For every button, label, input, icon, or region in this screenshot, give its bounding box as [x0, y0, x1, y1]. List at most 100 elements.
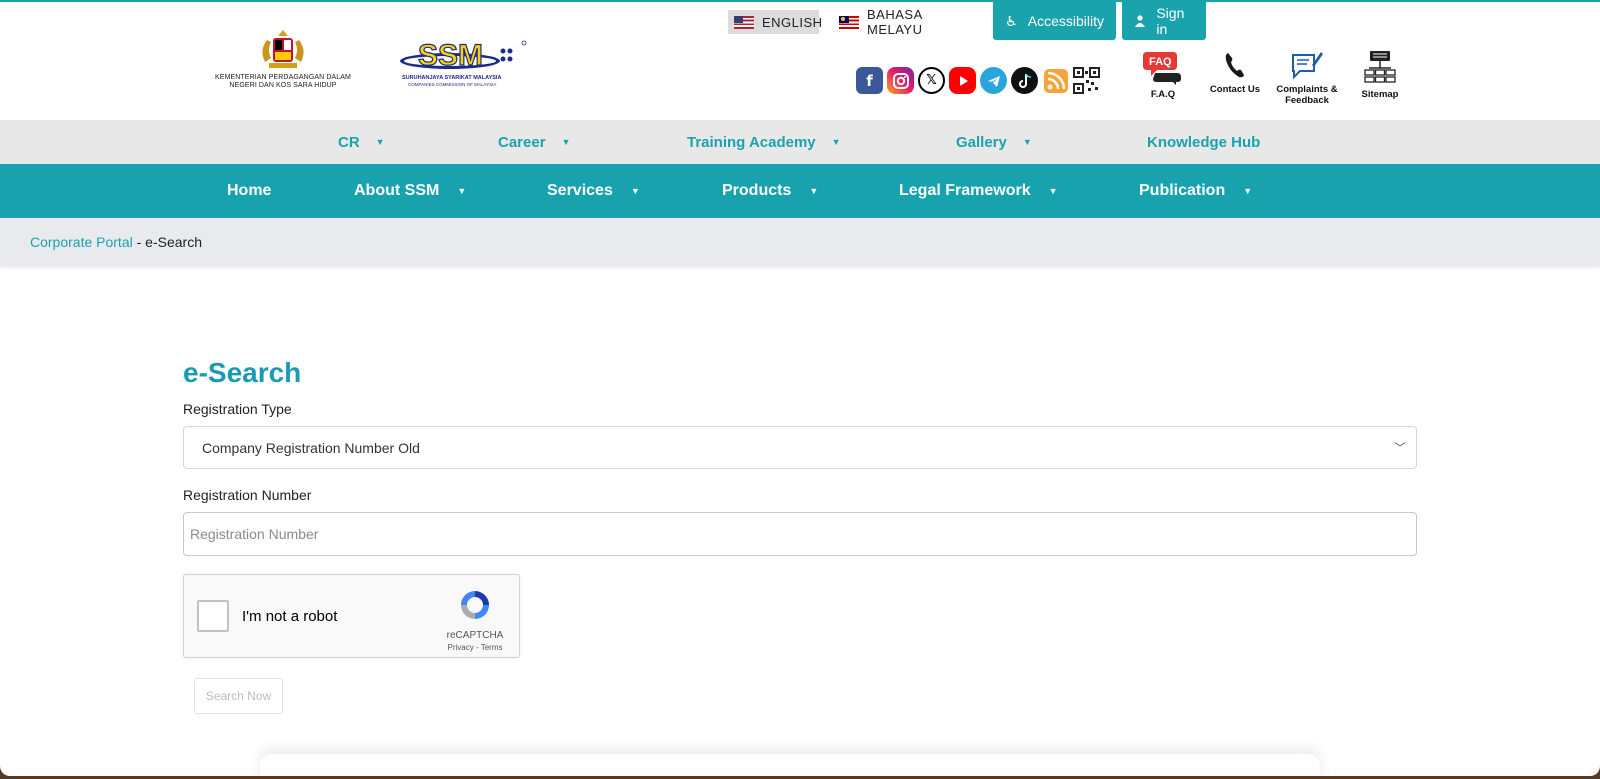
registration-type-label: Registration Type	[183, 401, 292, 417]
browser-page: KEMENTERIAN PERDAGANGAN DALAM NEGERI DAN…	[0, 0, 1600, 776]
breadcrumb-corporate-portal-link[interactable]: Corporate Portal	[30, 234, 133, 250]
secondary-nav: CR ▼ Career ▼ Training Academy ▼ Gallery ▼ K…	[0, 120, 1600, 164]
nav-career[interactable]: Career ▼	[498, 120, 570, 164]
recaptcha-logo: reCAPTCHA Privacy - Terms	[443, 587, 507, 652]
registration-type-select[interactable]: Company Registration Number Old ﹀	[183, 426, 1417, 469]
contact-us-label: Contact Us	[1209, 84, 1261, 95]
nav-cr[interactable]: CR ▼	[338, 120, 385, 164]
social-links: f 𝕏	[856, 67, 1100, 94]
sitemap-label: Sitemap	[1361, 89, 1399, 100]
nav-about-ssm-label: About SSM	[354, 182, 440, 199]
faq-link[interactable]: FAQ F.A.Q	[1130, 49, 1196, 100]
phone-icon	[1202, 49, 1268, 80]
ssm-caption-malay: SURUHANJAYA SYARIKAT MALAYSIA	[402, 75, 502, 81]
recaptcha-links: Privacy - Terms	[447, 643, 503, 652]
wheelchair-icon: ♿	[1005, 12, 1018, 29]
language-english-button[interactable]: ENGLISH	[728, 10, 822, 34]
recaptcha-widget: I'm not a robot reCAPTCHA Privacy - Term…	[183, 574, 520, 658]
registration-type-value: Company Registration Number Old	[202, 439, 420, 456]
nav-publication-label: Publication	[1139, 182, 1226, 199]
caret-down-icon: ▼	[809, 186, 819, 196]
user-icon	[1134, 15, 1146, 27]
caret-down-icon: ▼	[375, 137, 385, 147]
page-title: e-Search	[183, 357, 302, 388]
caret-down-icon: ▼	[1048, 186, 1058, 196]
breadcrumb-separator: -	[132, 234, 146, 250]
ssm-logo-mark: SSM	[400, 38, 527, 73]
complaints-feedback-link[interactable]: Complaints & Feedback	[1274, 49, 1340, 106]
recaptcha-label: I'm not a robot	[242, 608, 338, 625]
breadcrumb-current: e-Search	[145, 234, 202, 250]
government-logo[interactable]: KEMENTERIAN PERDAGANGAN DALAM NEGERI DAN…	[203, 28, 363, 90]
recaptcha-checkbox[interactable]	[197, 600, 229, 632]
nav-services-label: Services	[547, 182, 613, 199]
language-malay-button[interactable]: BAHASA MELAYU	[833, 7, 971, 37]
nav-career-label: Career	[498, 133, 546, 151]
instagram-icon[interactable]	[887, 67, 914, 94]
esearch-form: e-Search Registration Type Company Regis…	[183, 357, 1417, 714]
nav-products-label: Products	[722, 182, 792, 199]
nav-training-academy[interactable]: Training Academy ▼	[687, 120, 841, 164]
youtube-icon[interactable]	[949, 67, 976, 94]
qr-code-icon[interactable]	[1073, 67, 1100, 94]
nav-knowledge-hub-label: Knowledge Hub	[1147, 133, 1261, 151]
caret-down-icon: ▼	[1022, 137, 1032, 147]
sitemap-icon	[1347, 49, 1413, 85]
tiktok-icon[interactable]	[1011, 67, 1038, 94]
nav-about-ssm[interactable]: About SSM ▼	[354, 164, 466, 218]
nav-services[interactable]: Services ▼	[547, 164, 640, 218]
caret-down-icon: ▼	[1243, 186, 1253, 196]
malaysia-flag-icon	[839, 15, 859, 29]
recaptcha-icon	[461, 591, 489, 619]
nav-cr-label: CR	[338, 133, 360, 151]
facebook-icon[interactable]: f	[856, 67, 883, 94]
breadcrumb: Corporate Portal - e-Search	[0, 218, 1600, 266]
nav-knowledge-hub[interactable]: Knowledge Hub	[1147, 120, 1260, 164]
nav-home-label: Home	[227, 182, 272, 199]
telegram-icon[interactable]	[980, 67, 1007, 94]
results-table-peek	[260, 754, 1320, 776]
ssm-logo[interactable]: SSM SURUHANJAYA SYARIKAT MALAYSIA COMPAN…	[400, 38, 532, 91]
language-english-label: ENGLISH	[762, 14, 823, 30]
primary-nav: Home About SSM ▼ Services ▼ Products ▼ Lega…	[0, 164, 1600, 218]
recaptcha-privacy-link[interactable]: Privacy	[448, 643, 474, 652]
caret-down-icon: ▼	[831, 137, 841, 147]
accessibility-button[interactable]: ♿ Accessibility	[993, 2, 1116, 40]
nav-gallery-label: Gallery	[956, 133, 1007, 151]
recaptcha-terms-link[interactable]: Terms	[481, 643, 503, 652]
search-now-button[interactable]: Search Now	[194, 678, 283, 714]
nav-training-academy-label: Training Academy	[687, 133, 816, 151]
registration-number-label: Registration Number	[183, 487, 312, 503]
ssm-logo-text: SSM	[418, 39, 483, 72]
coat-of-arms-icon	[262, 30, 304, 68]
faq-icon: FAQ	[1130, 49, 1196, 85]
accessibility-label: Accessibility	[1027, 13, 1104, 29]
government-logo-caption: KEMENTERIAN PERDAGANGAN DALAM NEGERI DAN…	[215, 74, 351, 89]
caret-down-icon: ▼	[457, 186, 467, 196]
nav-products[interactable]: Products ▼	[722, 164, 818, 218]
contact-us-link[interactable]: Contact Us	[1202, 49, 1268, 95]
nav-home[interactable]: Home	[227, 164, 271, 218]
rss-icon[interactable]	[1042, 67, 1069, 94]
feedback-icon	[1274, 49, 1340, 80]
recaptcha-brand: reCAPTCHA	[446, 630, 504, 641]
site-header: KEMENTERIAN PERDAGANGAN DALAM NEGERI DAN…	[0, 2, 1600, 120]
registration-number-input[interactable]	[183, 512, 1417, 556]
faq-icon-text: FAQ	[1149, 56, 1172, 68]
caret-down-icon: ▼	[561, 137, 571, 147]
faq-label: F.A.Q	[1150, 89, 1176, 100]
nav-publication[interactable]: Publication ▼	[1139, 164, 1252, 218]
caret-down-icon: ▼	[630, 186, 640, 196]
nav-gallery[interactable]: Gallery ▼	[956, 120, 1032, 164]
complaints-feedback-label: Complaints & Feedback	[1276, 84, 1338, 106]
nav-legal-framework[interactable]: Legal Framework ▼	[899, 164, 1058, 218]
language-malay-label: BAHASA MELAYU	[867, 7, 923, 37]
ssm-caption-english: COMPANIES COMMISSION OF MALAYSIA	[408, 82, 497, 87]
sign-in-label: Sign in	[1156, 5, 1185, 37]
sign-in-button[interactable]: Sign in	[1122, 2, 1206, 40]
chevron-down-icon: ﹀	[1393, 441, 1406, 455]
us-flag-icon	[734, 15, 754, 29]
x-icon[interactable]: 𝕏	[918, 67, 945, 94]
sitemap-link[interactable]: Sitemap	[1347, 49, 1413, 100]
nav-legal-framework-label: Legal Framework	[899, 182, 1031, 199]
